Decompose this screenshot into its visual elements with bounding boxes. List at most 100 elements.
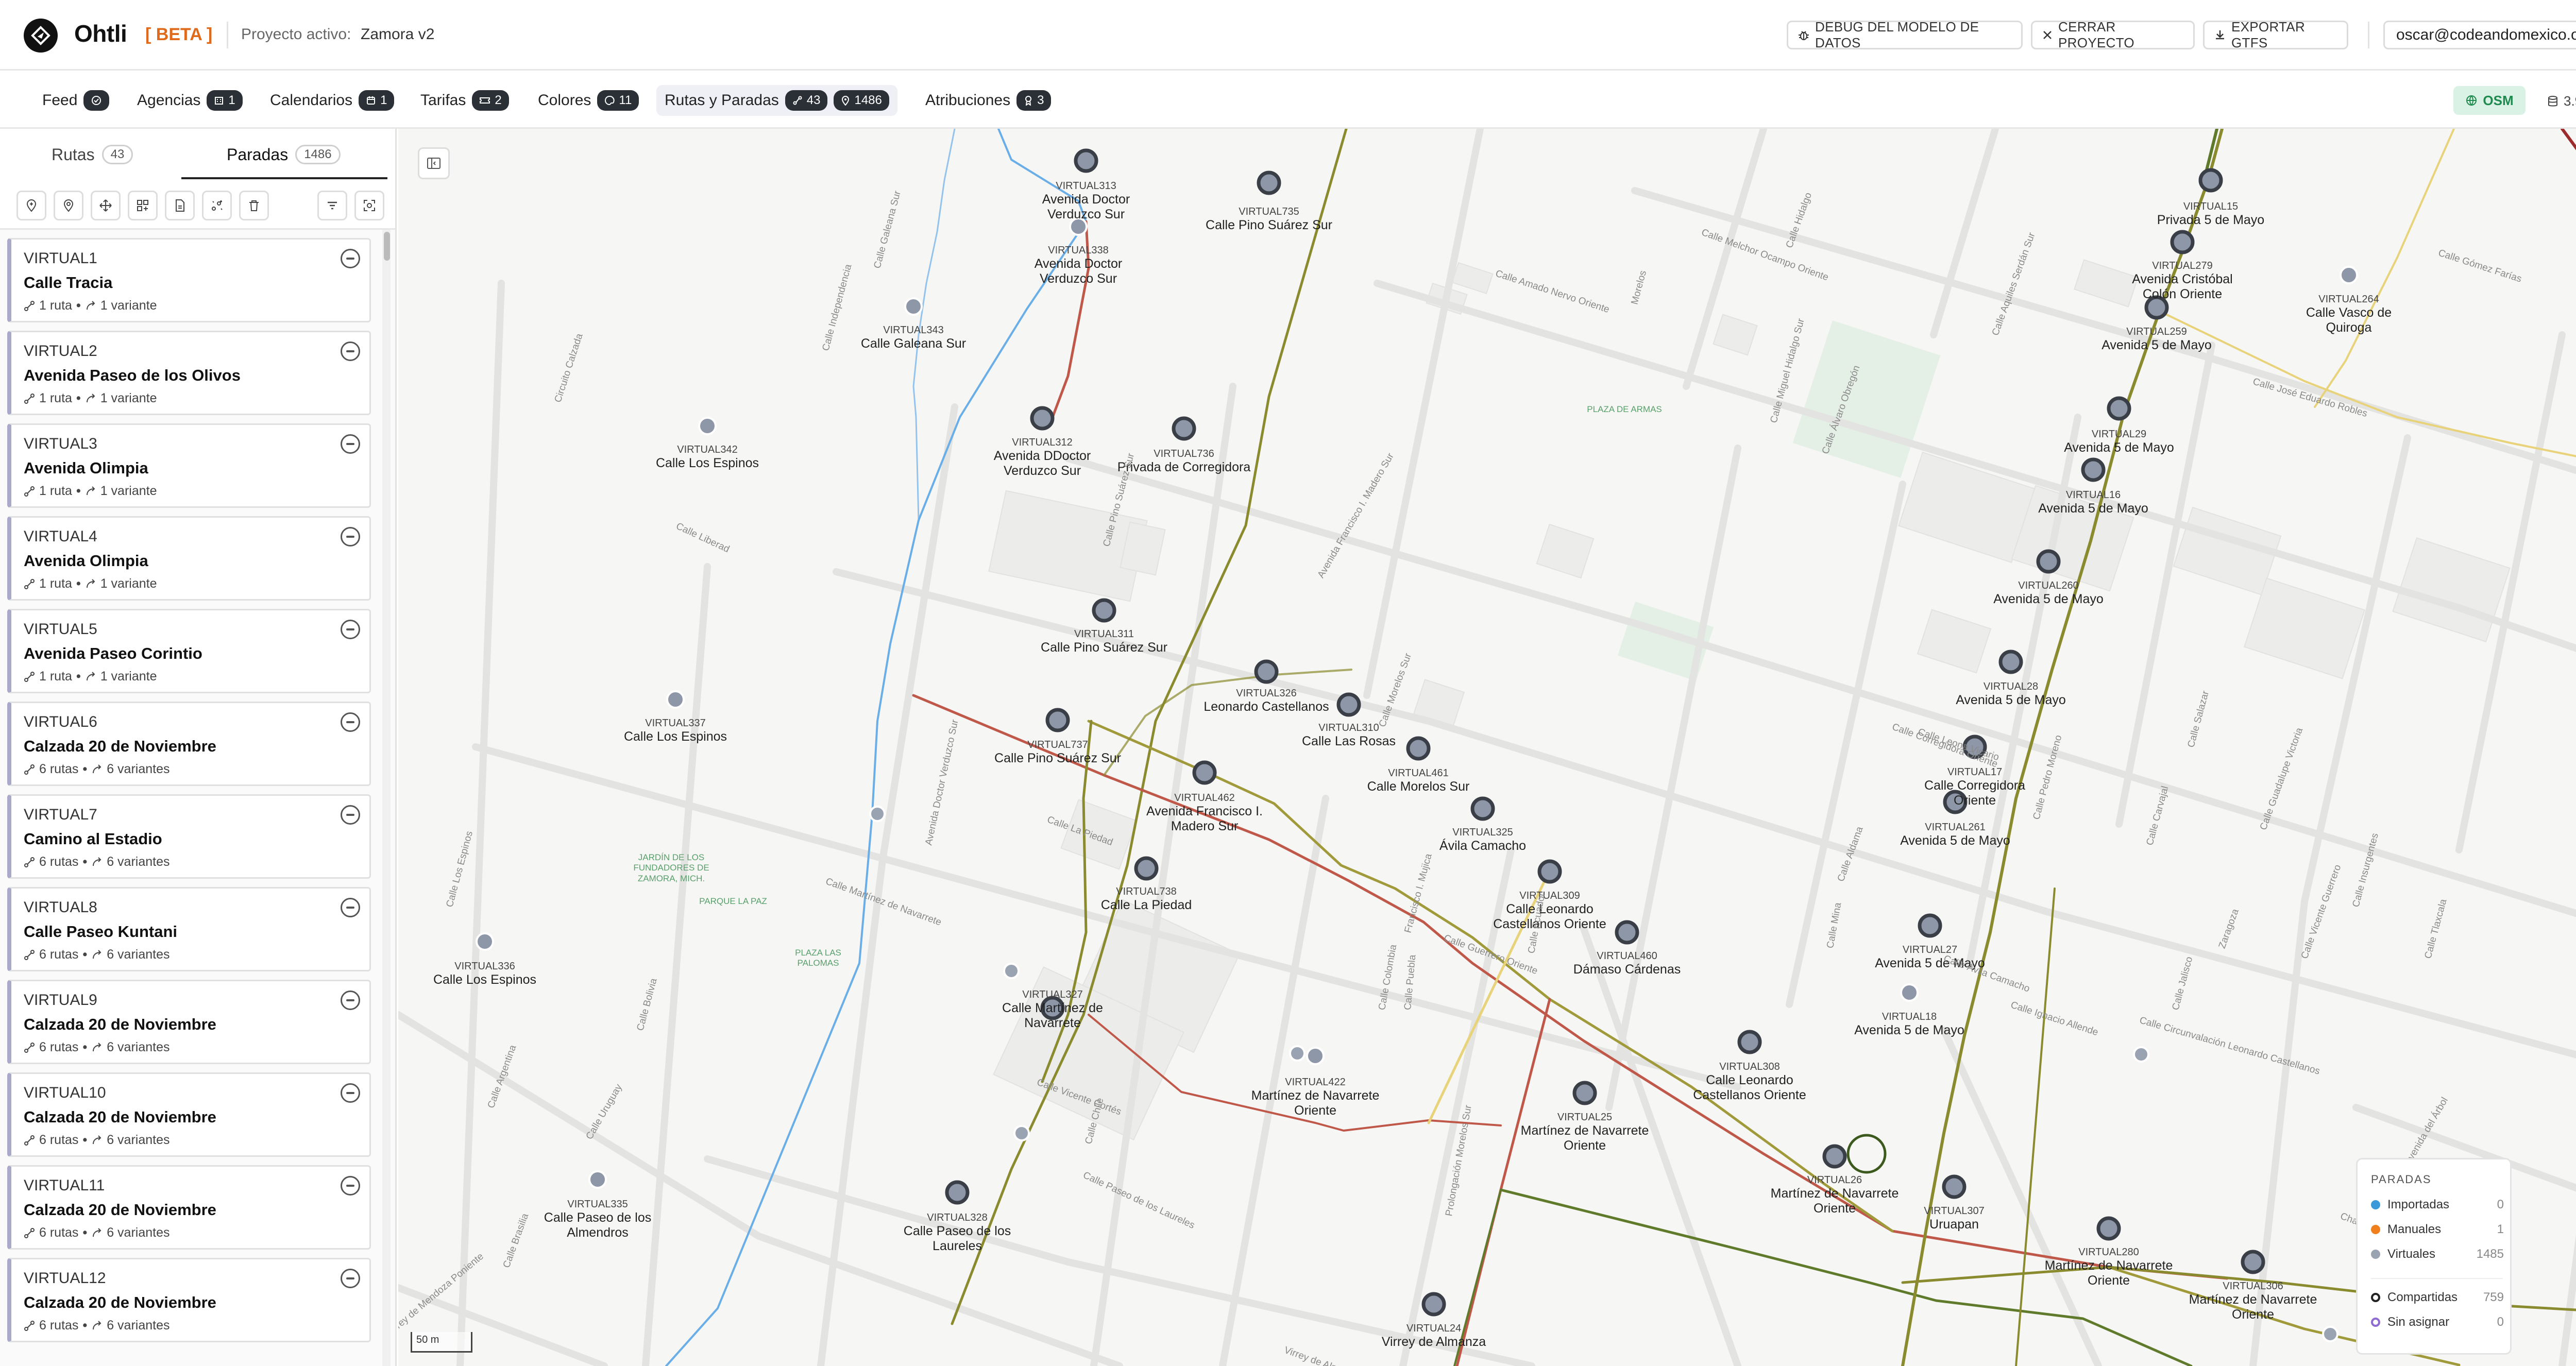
stop-marker[interactable]: [1013, 1125, 1030, 1141]
stop-marker[interactable]: [1737, 1030, 1762, 1054]
stop-marker[interactable]: [1172, 416, 1196, 441]
map-canvas[interactable]: [398, 129, 2576, 1366]
tab-colores[interactable]: Colores 11: [530, 85, 647, 116]
stop-marker[interactable]: [1615, 920, 1639, 945]
stop-marker[interactable]: [1254, 659, 1279, 684]
selected-stop-ring[interactable]: [1846, 1134, 1887, 1174]
merge-stops-button[interactable]: [128, 191, 158, 220]
legend-row-compartidas[interactable]: Compartidas 759: [2371, 1290, 2506, 1305]
tab-rutas-y-paradas[interactable]: Rutas y Paradas 43 1486: [656, 85, 897, 116]
stop-marker[interactable]: [2241, 1250, 2265, 1274]
stop-marker[interactable]: [1306, 1047, 1325, 1065]
move-stop-button[interactable]: [91, 191, 121, 220]
stop-menu-button[interactable]: [341, 434, 360, 454]
tab-atribuciones[interactable]: Atribuciones 3: [917, 85, 1059, 116]
stop-list-item[interactable]: VIRTUAL10 Calzada 20 de Noviembre 6 rutas •…: [7, 1072, 371, 1157]
stop-marker[interactable]: [1537, 859, 1562, 884]
stop-menu-button[interactable]: [341, 249, 360, 268]
stop-marker[interactable]: [1822, 1144, 1847, 1169]
tab-calendarios[interactable]: Calendarios 1: [262, 85, 402, 116]
stop-marker[interactable]: [945, 1180, 970, 1205]
fit-bounds-button[interactable]: [354, 191, 384, 220]
export-gtfs-button[interactable]: EXPORTAR GTFS: [2203, 19, 2348, 50]
stop-marker[interactable]: [1257, 170, 1281, 195]
stop-marker[interactable]: [2081, 457, 2106, 482]
stop-marker[interactable]: [1289, 1045, 1306, 1062]
tab-rutas[interactable]: Rutas 43: [52, 140, 133, 169]
stop-marker[interactable]: [698, 417, 717, 435]
tab-feed[interactable]: Feed: [34, 85, 117, 116]
stop-menu-button[interactable]: [341, 712, 360, 732]
stop-marker[interactable]: [1003, 963, 1020, 979]
stop-marker[interactable]: [2036, 549, 2061, 574]
collapse-sidebar-button[interactable]: [418, 147, 450, 179]
stop-menu-button[interactable]: [341, 527, 360, 547]
osm-toggle[interactable]: OSM: [2453, 86, 2526, 115]
stop-marker[interactable]: [1900, 983, 1919, 1002]
debug-model-button[interactable]: DEBUG DEL MODELO DE DATOS: [1787, 19, 2023, 50]
stop-marker[interactable]: [869, 806, 886, 822]
stop-marker[interactable]: [2340, 266, 2358, 284]
stop-list-item[interactable]: VIRTUAL3 Avenida Olimpia 1 ruta • 1 variante: [7, 423, 371, 508]
stop-marker[interactable]: [2170, 230, 2195, 254]
stop-menu-button[interactable]: [341, 991, 360, 1010]
stop-marker[interactable]: [1470, 796, 1495, 821]
stop-list-item[interactable]: VIRTUAL4 Avenida Olimpia 1 ruta • 1 variante: [7, 516, 371, 601]
stop-menu-button[interactable]: [341, 1176, 360, 1196]
stop-marker[interactable]: [1030, 406, 1055, 431]
filter-button[interactable]: [317, 191, 347, 220]
stop-marker[interactable]: [1192, 760, 1217, 785]
legend-row-sin-asignar[interactable]: Sin asignar 0: [2371, 1315, 2506, 1329]
stop-marker[interactable]: [2322, 1326, 2338, 1342]
stop-marker[interactable]: [1998, 650, 2023, 674]
stop-menu-button[interactable]: [341, 805, 360, 825]
stop-menu-button[interactable]: [341, 1269, 360, 1288]
tab-paradas[interactable]: Paradas 1486: [227, 140, 341, 169]
stop-marker[interactable]: [1572, 1081, 1597, 1105]
stop-marker[interactable]: [2096, 1216, 2121, 1241]
map-view[interactable]: VIRTUAL313 Avenida Doctor Verduzco Sur VIR…: [398, 129, 2576, 1366]
generate-stops-button[interactable]: [202, 191, 232, 220]
stop-list-item[interactable]: VIRTUAL6 Calzada 20 de Noviembre 6 rutas • 6…: [7, 702, 371, 786]
legend-row-manuales[interactable]: Manuales 1: [2371, 1222, 2506, 1237]
stop-marker[interactable]: [2133, 1046, 2149, 1063]
stop-list-item[interactable]: VIRTUAL7 Camino al Estadio 6 rutas • 6 varia…: [7, 794, 371, 879]
stop-marker[interactable]: [476, 932, 494, 951]
stop-list-scrollbar[interactable]: [382, 230, 391, 1366]
stop-marker[interactable]: [1421, 1292, 1446, 1317]
stop-marker[interactable]: [904, 297, 923, 316]
tab-tarifas[interactable]: Tarifas 2: [412, 85, 517, 116]
stop-menu-button[interactable]: [341, 898, 360, 917]
stop-list-item[interactable]: VIRTUAL1 Calle Tracia 1 ruta • 1 variante: [7, 238, 371, 322]
user-menu[interactable]: oscar@codeandomexico.org: [2383, 21, 2576, 49]
stop-list-scroll-thumb[interactable]: [384, 232, 390, 261]
legend-row-virtuales[interactable]: Virtuales 1485: [2371, 1247, 2506, 1261]
stop-marker[interactable]: [1134, 856, 1159, 881]
stop-list-item[interactable]: VIRTUAL8 Calle Paseo Kuntani 6 rutas • 6 var…: [7, 887, 371, 971]
stop-marker[interactable]: [588, 1170, 607, 1189]
stop-menu-button[interactable]: [341, 620, 360, 639]
stop-marker[interactable]: [1045, 708, 1070, 732]
logo-icon[interactable]: [24, 19, 58, 53]
stop-list-item[interactable]: VIRTUAL12 Calzada 20 de Noviembre 6 rutas •…: [7, 1258, 371, 1342]
edit-stop-button[interactable]: [54, 191, 83, 220]
stop-marker[interactable]: [2107, 396, 2131, 421]
stop-menu-button[interactable]: [341, 341, 360, 361]
stop-list-item[interactable]: VIRTUAL11 Calzada 20 de Noviembre 6 rutas •…: [7, 1165, 371, 1250]
stop-menu-button[interactable]: [341, 1083, 360, 1103]
stop-list-item[interactable]: VIRTUAL5 Avenida Paseo Corintio 1 ruta • 1 v…: [7, 609, 371, 693]
tab-agencias[interactable]: Agencias 1: [129, 85, 251, 116]
close-project-button[interactable]: CERRAR PROYECTO: [2031, 19, 2195, 50]
delete-stops-button[interactable]: [239, 191, 269, 220]
add-stop-button[interactable]: [16, 191, 46, 220]
import-stops-button[interactable]: [165, 191, 195, 220]
stop-marker[interactable]: [2198, 168, 2223, 193]
stop-marker[interactable]: [1942, 1174, 1967, 1199]
stop-list-item[interactable]: VIRTUAL9 Calzada 20 de Noviembre 6 rutas • 6…: [7, 980, 371, 1064]
stop-marker[interactable]: [1918, 913, 1942, 938]
stop-marker[interactable]: [1074, 148, 1098, 173]
stop-list-item[interactable]: VIRTUAL2 Avenida Paseo de los Olivos 1 rut…: [7, 331, 371, 415]
legend-row-importadas[interactable]: Importadas 0: [2371, 1198, 2506, 1212]
stop-marker[interactable]: [1092, 598, 1116, 623]
stop-marker[interactable]: [666, 690, 685, 709]
